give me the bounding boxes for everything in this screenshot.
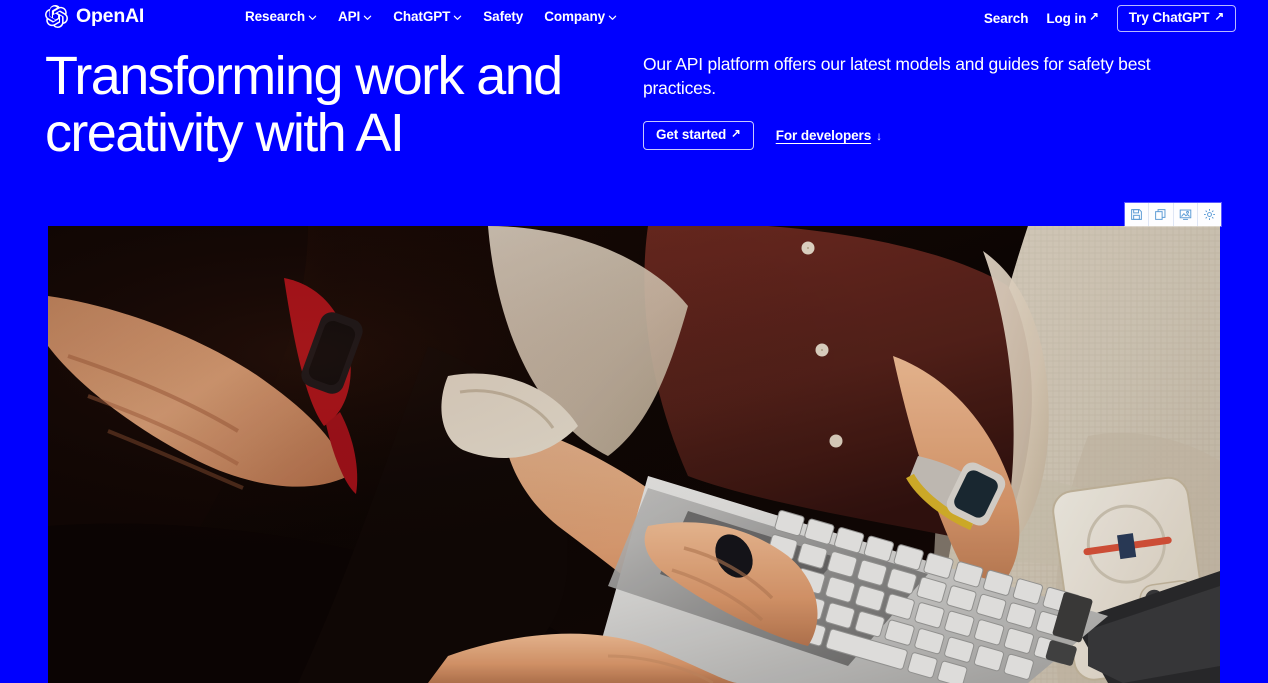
nav-item-api[interactable]: API [338,9,372,24]
hero-actions: Get started ↗ For developers ↓ [643,121,1218,150]
nav-utility-links: Search Log in ↗ Try ChatGPT ↗ [984,5,1236,32]
page-root: OpenAI Research API ChatGPT Safety Compa… [0,0,1268,683]
arrow-down-icon: ↓ [876,128,883,143]
login-label: Log in [1046,10,1087,26]
hero-photo-illustration [48,226,1220,683]
copy-icon [1154,208,1167,221]
nav-primary-links: Research API ChatGPT Safety Company [245,9,617,24]
search-button[interactable]: Search [983,10,1029,26]
nav-item-chatgpt[interactable]: ChatGPT [393,9,462,24]
arrow-up-right-icon: ↗ [1214,10,1224,23]
chevron-down-icon [308,13,317,22]
top-navigation: OpenAI Research API ChatGPT Safety Compa… [0,0,1268,34]
hero-photo [48,226,1220,683]
arrow-up-right-icon: ↗ [1089,11,1099,23]
login-link[interactable]: Log in ↗ [1046,10,1099,26]
openai-logo-icon [44,4,69,29]
settings-button[interactable] [1198,203,1221,226]
nav-item-safety-label: Safety [483,9,524,24]
chevron-down-icon [453,13,462,22]
nav-item-research-label: Research [245,9,305,24]
chevron-down-icon [608,13,617,22]
try-chatgpt-label: Try ChatGPT [1128,10,1210,25]
search-label: Search [983,10,1029,26]
nav-item-research[interactable]: Research [245,9,317,24]
nav-item-safety[interactable]: Safety [483,9,523,24]
screenshot-button[interactable] [1174,203,1198,226]
screenshot-icon [1179,208,1192,221]
try-chatgpt-button[interactable]: Try ChatGPT ↗ [1116,5,1236,32]
page-title: Transforming work and creativity with AI [45,46,563,163]
nav-item-company-label: Company [544,9,606,24]
get-started-button[interactable]: Get started ↗ [643,121,754,150]
get-started-label: Get started [656,127,727,143]
chevron-down-icon [363,13,372,22]
brand-logo-link[interactable]: OpenAI [44,4,144,29]
for-developers-label: For developers [775,127,872,143]
nav-item-api-label: API [338,9,361,24]
copy-button[interactable] [1149,203,1174,226]
hero-copy-column: Our API platform offers our latest model… [643,52,1218,150]
save-icon [1130,208,1143,221]
nav-item-chatgpt-label: ChatGPT [393,9,451,24]
arrow-up-right-icon: ↗ [731,127,741,140]
for-developers-link[interactable]: For developers ↓ [776,129,882,143]
floating-toolbar [1125,203,1221,226]
hero-subheading: Our API platform offers our latest model… [643,54,1151,99]
brand-name: OpenAI [76,4,145,27]
nav-item-company[interactable]: Company [544,9,617,24]
settings-gear-icon [1203,208,1216,221]
save-button[interactable] [1125,203,1150,226]
